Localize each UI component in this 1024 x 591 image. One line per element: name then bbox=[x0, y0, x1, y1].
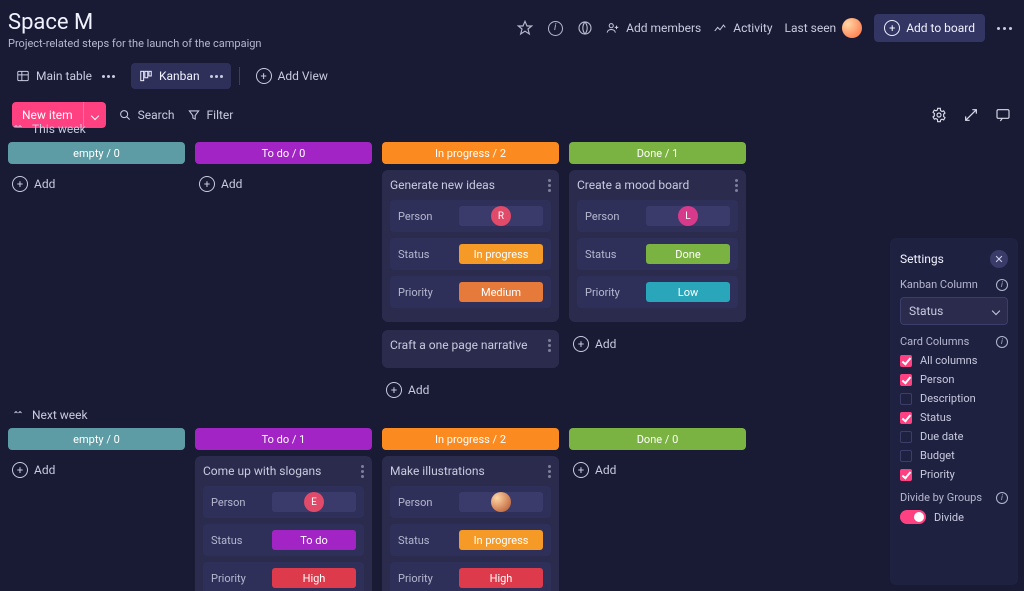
integrations-icon[interactable] bbox=[576, 19, 594, 37]
column-header[interactable]: Done / 1 bbox=[569, 142, 746, 164]
card-menu-icon[interactable] bbox=[548, 465, 551, 478]
card-menu-icon[interactable] bbox=[548, 339, 551, 352]
kanban-column: To do / 1 Come up with slogans PersonE Stat… bbox=[195, 428, 372, 591]
card-field-status[interactable]: StatusIn progress bbox=[390, 238, 551, 270]
column-header[interactable]: empty / 0 bbox=[8, 428, 185, 450]
tab-more-icon[interactable] bbox=[102, 75, 115, 78]
card-field-priority[interactable]: PriorityHigh bbox=[390, 562, 551, 591]
chevron-down-icon bbox=[992, 307, 1000, 315]
add-card-button[interactable]: Add bbox=[569, 330, 746, 358]
last-seen[interactable]: Last seen bbox=[785, 18, 863, 38]
tab-main-table[interactable]: Main table bbox=[8, 63, 123, 89]
person-avatar[interactable]: L bbox=[678, 206, 698, 226]
board-subtitle: Project-related steps for the launch of … bbox=[8, 37, 504, 50]
add-view-button[interactable]: Add View bbox=[248, 62, 336, 90]
plus-icon bbox=[573, 462, 589, 478]
settings-panel: Settings Kanban Column Status Card Colum… bbox=[890, 238, 1018, 585]
checkbox-all-columns[interactable]: All columns bbox=[900, 354, 1008, 367]
person-avatar[interactable]: E bbox=[304, 492, 324, 512]
more-menu-icon[interactable] bbox=[997, 27, 1012, 30]
avatar bbox=[842, 18, 862, 38]
kanban-card[interactable]: Make illustrations Person StatusIn progres… bbox=[382, 456, 559, 591]
card-menu-icon[interactable] bbox=[548, 179, 551, 192]
info-icon[interactable] bbox=[996, 279, 1008, 291]
kanban-column: Done / 0 Add bbox=[569, 428, 746, 484]
card-field-status[interactable]: StatusIn progress bbox=[390, 524, 551, 556]
info-icon[interactable] bbox=[996, 492, 1008, 504]
plus-icon bbox=[884, 20, 900, 36]
kanban-column: empty / 0 Add bbox=[8, 142, 185, 198]
plus-icon bbox=[12, 462, 28, 478]
column-header[interactable]: Done / 0 bbox=[569, 428, 746, 450]
close-icon[interactable] bbox=[990, 250, 1008, 268]
checkbox-budget[interactable]: Budget bbox=[900, 449, 1008, 462]
card-title: Craft a one page narrative bbox=[390, 338, 527, 352]
column-header[interactable]: In progress / 2 bbox=[382, 142, 559, 164]
column-header[interactable]: To do / 0 bbox=[195, 142, 372, 164]
card-field-person[interactable]: PersonL bbox=[577, 200, 738, 232]
card-field-person[interactable]: PersonR bbox=[390, 200, 551, 232]
person-avatar[interactable]: R bbox=[491, 206, 511, 226]
checkbox-description[interactable]: Description bbox=[900, 392, 1008, 405]
checkbox-status[interactable]: Status bbox=[900, 411, 1008, 424]
add-card-button[interactable]: Add bbox=[8, 170, 185, 198]
person-avatar[interactable] bbox=[491, 492, 511, 512]
card-title: Create a mood board bbox=[577, 178, 689, 192]
column-header[interactable]: empty / 0 bbox=[8, 142, 185, 164]
settings-title: Settings bbox=[900, 252, 944, 266]
card-field-person[interactable]: Person bbox=[390, 486, 551, 518]
card-field-status[interactable]: StatusTo do bbox=[203, 524, 364, 556]
add-card-button[interactable]: Add bbox=[195, 170, 372, 198]
card-title: Generate new ideas bbox=[390, 178, 495, 192]
plus-icon bbox=[386, 382, 402, 398]
kanban-column: In progress / 2 Generate new ideas PersonR… bbox=[382, 142, 559, 404]
kanban-column: empty / 0 Add bbox=[8, 428, 185, 484]
plus-icon bbox=[12, 176, 28, 192]
card-field-priority[interactable]: PriorityMedium bbox=[390, 276, 551, 308]
card-menu-icon[interactable] bbox=[361, 465, 364, 478]
plus-icon bbox=[256, 68, 272, 84]
info-icon[interactable] bbox=[996, 336, 1008, 348]
tab-kanban[interactable]: Kanban bbox=[131, 63, 231, 89]
kanban-card[interactable]: Create a mood board PersonL StatusDone Prio… bbox=[569, 170, 746, 322]
column-header[interactable]: In progress / 2 bbox=[382, 428, 559, 450]
add-to-board-button[interactable]: Add to board bbox=[874, 14, 985, 42]
card-menu-icon[interactable] bbox=[735, 179, 738, 192]
add-card-button[interactable]: Add bbox=[382, 376, 559, 404]
kanban-card[interactable]: Craft a one page narrative bbox=[382, 330, 559, 368]
board-title: Space M bbox=[8, 10, 504, 35]
kanban-card[interactable]: Come up with slogans PersonE StatusTo do Pr… bbox=[195, 456, 372, 591]
add-members-button[interactable]: Add members bbox=[606, 21, 701, 35]
card-field-priority[interactable]: PriorityHigh bbox=[203, 562, 364, 591]
card-field-status[interactable]: StatusDone bbox=[577, 238, 738, 270]
tab-more-icon[interactable] bbox=[210, 75, 223, 78]
divide-toggle[interactable]: Divide bbox=[900, 510, 1008, 524]
kanban-column: Done / 1 Create a mood board PersonL Status… bbox=[569, 142, 746, 358]
group-header[interactable]: This week bbox=[12, 122, 880, 136]
group-header[interactable]: Next week bbox=[12, 408, 880, 422]
card-field-priority[interactable]: PriorityLow bbox=[577, 276, 738, 308]
activity-button[interactable]: Activity bbox=[713, 21, 772, 35]
info-icon[interactable] bbox=[546, 19, 564, 37]
checkbox-priority[interactable]: Priority bbox=[900, 468, 1008, 481]
plus-icon bbox=[199, 176, 215, 192]
plus-icon bbox=[573, 336, 589, 352]
kanban-column-select[interactable]: Status bbox=[900, 297, 1008, 325]
add-card-button[interactable]: Add bbox=[569, 456, 746, 484]
checkbox-due-date[interactable]: Due date bbox=[900, 430, 1008, 443]
column-header[interactable]: To do / 1 bbox=[195, 428, 372, 450]
kanban-card[interactable]: Generate new ideas PersonR StatusIn progre… bbox=[382, 170, 559, 322]
star-icon[interactable] bbox=[516, 19, 534, 37]
add-card-button[interactable]: Add bbox=[8, 456, 185, 484]
kanban-column: In progress / 2 Make illustrations Person S… bbox=[382, 428, 559, 591]
card-field-person[interactable]: PersonE bbox=[203, 486, 364, 518]
card-title: Come up with slogans bbox=[203, 464, 321, 478]
checkbox-person[interactable]: Person bbox=[900, 373, 1008, 386]
kanban-column: To do / 0 Add bbox=[195, 142, 372, 198]
card-title: Make illustrations bbox=[390, 464, 485, 478]
